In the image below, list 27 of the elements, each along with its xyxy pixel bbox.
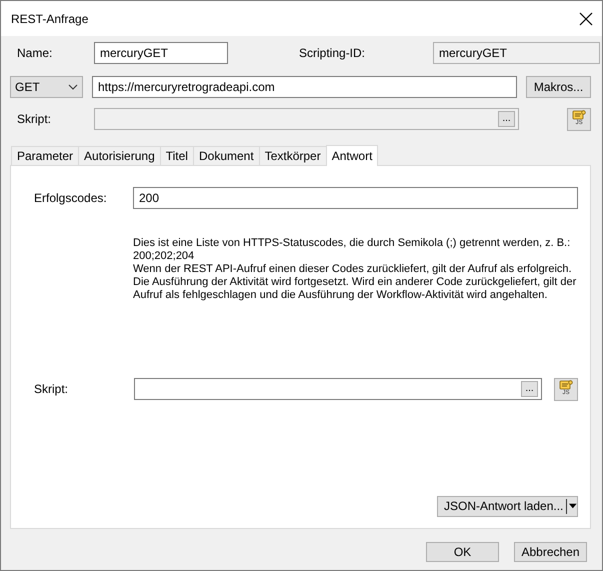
macros-button[interactable]: Makros... — [526, 76, 591, 98]
scroll-icon — [572, 110, 586, 120]
close-icon[interactable] — [578, 10, 594, 26]
success-codes-field[interactable]: 200 — [133, 187, 578, 209]
script-label: Skript: — [16, 112, 52, 126]
success-codes-label: Erfolgscodes: — [34, 191, 108, 205]
dialog-button[interactable]: Abbrechen — [514, 542, 587, 562]
scripting-id-label: Scripting-ID: — [298, 46, 366, 60]
chevron-down-icon — [68, 84, 78, 90]
tab[interactable]: Autorisierung — [78, 146, 161, 165]
caret-icon — [569, 503, 577, 509]
load-json-button[interactable]: JSON-Antwort laden... — [437, 496, 578, 516]
dialog-button[interactable]: OK — [426, 542, 499, 562]
name-field[interactable]: mercuryGET — [94, 42, 228, 64]
browse-button[interactable]: ... — [521, 381, 538, 397]
description-text: Dies ist eine Liste von HTTPS-Statuscodes, die durch Semikola (;) getrennt werden, z. B.: 200;202;204 Wenn der REST API-Aufruf einen dieser Codes zurückliefert, gilt der Aufruf als erfolgreich. Die Ausführung der Aktivität wird fortgesetzt. Wird ein anderer Code zurückgeliefert, gilt der Aufruf als fehlgeschlagen und die Ausführung der Workflow-Aktivität wird angehalten. — [133, 237, 578, 302]
scripting-id-field: mercuryGET — [433, 42, 600, 64]
window-title: REST-Anfrage — [11, 12, 88, 26]
tab[interactable]: Textkörper — [258, 146, 327, 165]
method-dropdown[interactable]: GET — [10, 76, 83, 98]
tab[interactable]: Antwort — [326, 145, 378, 166]
scroll-icon — [559, 380, 573, 390]
tab[interactable]: Parameter — [11, 146, 80, 165]
name-label: Name: — [16, 46, 54, 60]
url-field[interactable]: https://mercuryretrogradeapi.com — [92, 76, 517, 98]
script-label: Skript: — [34, 382, 70, 396]
script-field[interactable]: ... — [134, 378, 542, 400]
